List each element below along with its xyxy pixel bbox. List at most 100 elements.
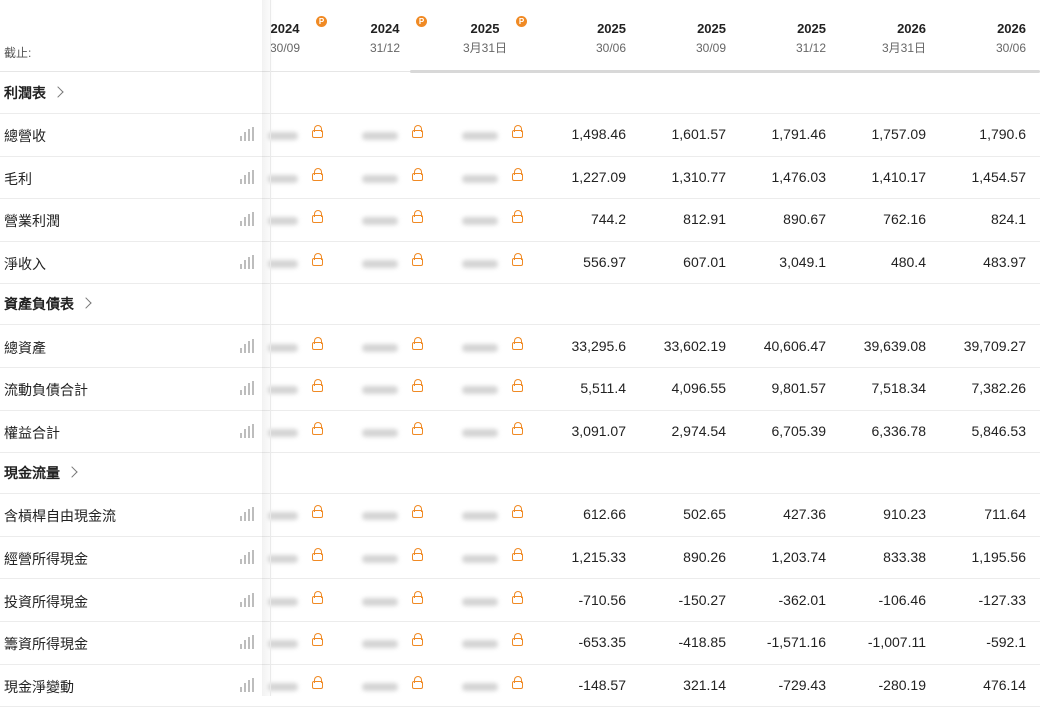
cell-value: 910.23: [883, 506, 926, 523]
period-date: 30/09: [695, 41, 726, 55]
bar-chart-icon[interactable]: [240, 635, 254, 650]
lock-icon[interactable]: [512, 548, 524, 562]
lock-icon[interactable]: [512, 505, 524, 519]
lock-icon[interactable]: [412, 167, 424, 182]
cell-value: 39,639.08: [863, 337, 926, 354]
lock-icon[interactable]: [412, 336, 424, 351]
bar-chart-icon[interactable]: [240, 550, 254, 565]
lock-icon[interactable]: [412, 379, 424, 393]
cell-value: 480.4: [890, 254, 926, 271]
cell-value: -106.46: [878, 591, 926, 608]
row-label: 現金淨變動: [4, 678, 74, 695]
table-row: 總營收 1,498.46 1,601.57 1,791.46 1,757.09 1,790…: [0, 113, 1040, 157]
period-year: 2025: [470, 21, 500, 36]
lock-icon[interactable]: [512, 379, 524, 393]
lock-icon[interactable]: [512, 167, 524, 182]
lock-icon[interactable]: [412, 125, 424, 139]
lock-icon[interactable]: [512, 210, 524, 224]
chevron-right-icon[interactable]: [80, 297, 92, 310]
period-year: 2026: [897, 21, 926, 36]
cell-value: 1,454.57: [971, 168, 1027, 185]
lock-icon[interactable]: [412, 210, 424, 224]
bar-chart-icon[interactable]: [240, 212, 254, 227]
table-row: 總資產 33,295.6 33,602.19 40,606.47 39,639.08 39…: [0, 324, 1040, 368]
lock-icon[interactable]: [512, 336, 524, 351]
lock-icon[interactable]: [512, 253, 524, 267]
section-header[interactable]: 資產負債表: [0, 283, 1040, 326]
chevron-right-icon[interactable]: [52, 86, 64, 98]
table-row: 投資所得現金 -710.56 -150.27 -362.01 -106.46 -127.3…: [0, 578, 1040, 622]
cell-value: 483.97: [983, 254, 1026, 271]
table-header: 截止: 2024 30/09 P 2024 31/12 P 2025 3月31日 P 2025 30…: [0, 0, 1040, 72]
lock-icon[interactable]: [512, 421, 524, 436]
bar-chart-icon[interactable]: [240, 255, 254, 270]
table-row: 毛利 1,227.09 1,310.77 1,476.03 1,410.17 1,454.…: [0, 156, 1040, 200]
lock-icon[interactable]: [312, 336, 324, 351]
lock-icon[interactable]: [312, 548, 324, 562]
locked-value: [462, 217, 498, 226]
lock-icon[interactable]: [312, 675, 324, 690]
cell-value: 824.1: [990, 211, 1026, 228]
bar-chart-icon[interactable]: [240, 507, 254, 522]
section-header[interactable]: 現金流量: [0, 452, 1040, 495]
lock-icon[interactable]: [412, 590, 424, 605]
row-label: 總營收: [4, 128, 46, 145]
lock-icon[interactable]: [312, 633, 324, 647]
lock-icon[interactable]: [412, 633, 424, 647]
lock-icon[interactable]: [412, 253, 424, 267]
bar-chart-icon[interactable]: [240, 592, 254, 607]
bar-chart-icon[interactable]: [240, 169, 254, 184]
cell-value: -653.35: [578, 634, 626, 651]
lock-icon[interactable]: [312, 167, 324, 182]
cell-value: 5,846.53: [971, 422, 1027, 439]
lock-icon[interactable]: [312, 253, 324, 267]
lock-icon[interactable]: [412, 548, 424, 562]
cell-value: 1,410.17: [871, 168, 927, 185]
lock-icon[interactable]: [412, 421, 424, 436]
locked-value: [362, 132, 398, 141]
lock-icon[interactable]: [312, 125, 324, 139]
cell-value: 1,601.57: [671, 126, 727, 143]
locked-value: [462, 428, 498, 437]
lock-icon[interactable]: [412, 505, 424, 519]
lock-icon[interactable]: [512, 590, 524, 605]
section-header[interactable]: 利潤表: [0, 72, 1040, 114]
row-label: 總資產: [4, 339, 46, 356]
lock-icon[interactable]: [312, 590, 324, 605]
lock-icon[interactable]: [512, 675, 524, 690]
bar-chart-icon[interactable]: [240, 677, 254, 692]
bar-chart-icon[interactable]: [240, 423, 254, 438]
lock-icon[interactable]: [512, 125, 524, 139]
bar-chart-icon[interactable]: [240, 381, 254, 396]
cell-value: 833.38: [883, 549, 926, 566]
locked-value: [462, 343, 498, 352]
lock-icon[interactable]: [312, 379, 324, 393]
section-title: 資產負債表: [4, 296, 74, 313]
period-header: 2025 30/09: [626, 20, 726, 56]
bar-chart-icon[interactable]: [240, 127, 254, 142]
locked-value: [362, 260, 398, 269]
cell-value: -1,007.11: [867, 634, 926, 651]
table-row: 籌資所得現金 -653.35 -418.85 -1,571.16 -1,007.11 -5…: [0, 621, 1040, 665]
table-row: 現金淨變動 -148.57 321.14 -729.43 -280.19 476.14: [0, 664, 1040, 707]
cell-value: -592.1: [986, 634, 1026, 651]
cell-value: 556.97: [583, 254, 626, 271]
lock-icon[interactable]: [312, 505, 324, 519]
lock-icon[interactable]: [312, 210, 324, 224]
locked-value: [362, 386, 398, 395]
period-header: 2025 30/06: [526, 20, 626, 56]
cell-value: -127.33: [978, 591, 1026, 608]
cell-value: 890.26: [683, 549, 726, 566]
lock-icon[interactable]: [412, 675, 424, 690]
cell-value: 612.66: [583, 506, 626, 523]
chevron-right-icon[interactable]: [66, 466, 78, 478]
lock-icon[interactable]: [512, 633, 524, 647]
cell-value: 7,382.26: [971, 380, 1027, 397]
cell-value: 890.67: [783, 211, 826, 228]
lock-icon[interactable]: [312, 421, 324, 436]
cell-value: -418.85: [678, 634, 726, 651]
locked-value: [362, 512, 398, 521]
bar-chart-icon[interactable]: [240, 338, 254, 353]
period-header: 2025 3月31日 P: [445, 16, 527, 56]
as-of-label: 截止:: [4, 46, 32, 60]
